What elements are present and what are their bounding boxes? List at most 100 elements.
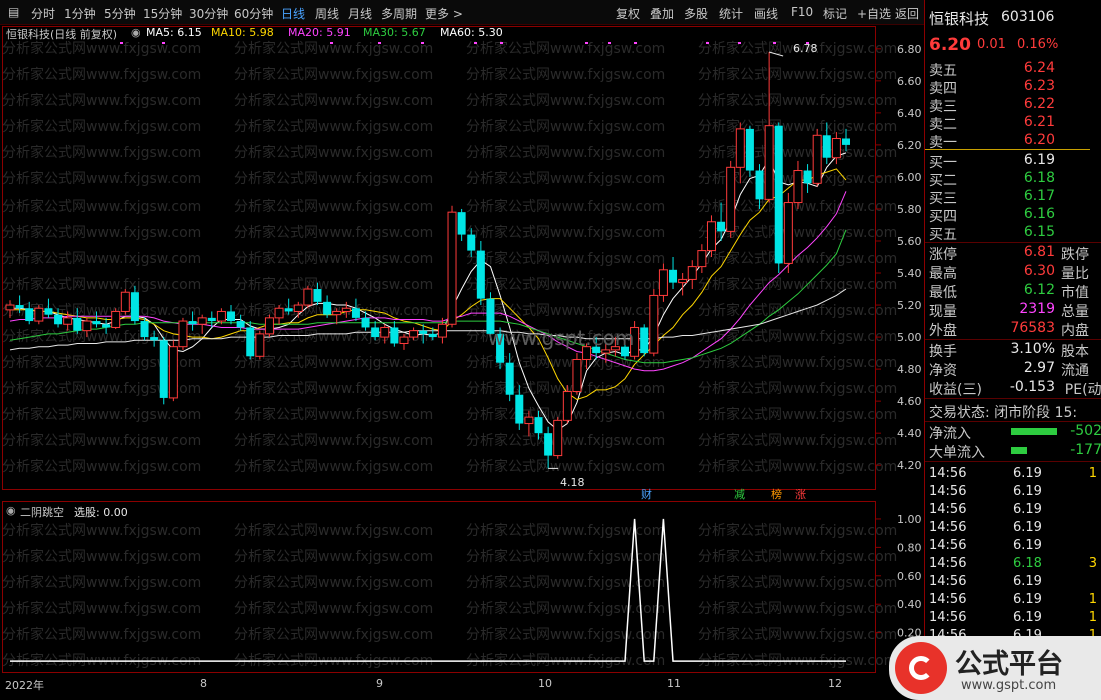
period-button-monthly[interactable]: 月线 <box>348 5 372 22</box>
legend-collapse-icon[interactable]: ◉ <box>131 26 141 39</box>
candle-body <box>111 310 121 328</box>
tick-time: 14:56 <box>929 574 967 589</box>
candle-body <box>313 289 322 302</box>
event-tag-reduce[interactable]: 减 <box>734 486 745 502</box>
indicator-collapse-icon[interactable]: ◉ <box>6 504 16 517</box>
tick-price: 6.19 <box>1013 592 1042 607</box>
candle-body <box>640 327 649 354</box>
y-axis-label: 6.60 <box>897 75 922 88</box>
tick-price: 6.19 <box>1013 520 1042 535</box>
period-button-30min[interactable]: 30分钟 <box>189 5 228 22</box>
candle-body <box>341 307 351 312</box>
y-axis-label: 4.40 <box>897 427 922 440</box>
price-change: 0.01 <box>977 37 1006 52</box>
period-button-5min[interactable]: 5分钟 <box>104 5 136 22</box>
mark-button[interactable]: 标记 <box>823 5 847 22</box>
f10-button[interactable]: F10 <box>791 5 813 19</box>
signal-dot <box>738 42 741 44</box>
period-button-more[interactable]: 更多 > <box>425 5 463 22</box>
candle-body <box>159 340 168 398</box>
stats-button[interactable]: 统计 <box>719 5 743 22</box>
tick-price: 6.19 <box>1013 574 1042 589</box>
y-axis-label: 0.60 <box>897 570 922 583</box>
period-button-intraday[interactable]: 分时 <box>31 5 55 22</box>
candle-body <box>687 266 697 280</box>
current-price: 6.20 <box>929 35 971 55</box>
event-tag-rank[interactable]: 榜 <box>771 486 782 502</box>
candle-body <box>831 137 841 159</box>
candle-body <box>15 305 24 309</box>
tick-time: 14:56 <box>929 502 967 517</box>
period-button-60min[interactable]: 60分钟 <box>234 5 273 22</box>
period-button-multi[interactable]: 多周期 <box>381 5 417 22</box>
candle-body <box>5 304 15 311</box>
candle-body <box>197 317 207 325</box>
high-price-marker: 6.78 <box>793 42 818 55</box>
indicator-value: 选股: 0.00 <box>74 506 128 519</box>
candle-body <box>216 310 226 322</box>
candle-body <box>332 310 342 316</box>
bid-row-3: 买三 6.17 <box>929 188 1055 207</box>
candle-body <box>207 317 216 322</box>
price-divider <box>925 149 1090 150</box>
brand-badge: 公式平台 www.gspt.com <box>889 636 1101 700</box>
tick-price: 6.19 <box>1013 502 1042 517</box>
tick-row: 14:56 6.19 1 <box>929 466 1099 484</box>
candle-body <box>842 138 850 145</box>
tick-price: 6.19 <box>1013 466 1042 481</box>
window-menu-icon[interactable]: ▤ <box>8 5 19 19</box>
draw-button[interactable]: 画线 <box>754 5 778 22</box>
candle-body <box>515 394 524 424</box>
event-tag-finance[interactable]: 财 <box>641 486 652 502</box>
period-button-weekly[interactable]: 周线 <box>315 5 339 22</box>
chart-stock-title: 恒银科技(日线 前复权) <box>6 28 118 41</box>
candle-body <box>264 317 274 335</box>
candle-body <box>697 250 707 268</box>
candle-body <box>351 308 360 318</box>
candle-body <box>293 304 303 312</box>
period-button-daily[interactable]: 日线 <box>281 5 305 22</box>
x-axis-label: 2022年 <box>5 679 44 692</box>
candle-body <box>428 333 437 338</box>
signal-dot <box>421 42 424 44</box>
candle-body <box>476 250 485 299</box>
signal-dot <box>608 42 611 44</box>
multi-stock-button[interactable]: 多股 <box>684 5 708 22</box>
candle-body <box>188 321 197 325</box>
ask-row-5: 卖五 6.24 <box>929 60 1055 79</box>
signal-dot <box>500 42 503 44</box>
section-divider <box>925 461 1101 462</box>
tick-time: 14:56 <box>929 538 967 553</box>
indicator-chart[interactable]: 1.000.800.600.400.20 <box>0 501 924 675</box>
candle-body <box>774 125 783 264</box>
event-tag-limit-up[interactable]: 涨 <box>795 486 806 502</box>
back-button[interactable]: 返回 <box>895 5 919 22</box>
bid-row-5: 买五 6.15 <box>929 224 1055 243</box>
candlestick-chart[interactable]: 6.80 6.60 6.40 6.20 6.00 5.80 5.60 5.40 5.20 5.00… <box>0 26 924 492</box>
period-button-15min[interactable]: 15分钟 <box>143 5 182 22</box>
candle-body <box>227 311 236 322</box>
candle-body <box>303 288 313 306</box>
section-divider <box>925 398 1101 399</box>
signal-dot <box>474 42 477 44</box>
add-watchlist-button[interactable]: +自选 <box>857 5 891 22</box>
candle-body <box>92 321 101 325</box>
legend-ma5: MA5: 6.15 <box>146 26 202 39</box>
bid-row-4: 买四 6.16 <box>929 206 1055 225</box>
adjust-button[interactable]: 复权 <box>616 5 640 22</box>
x-axis-label: 8 <box>200 677 207 690</box>
section-divider <box>925 339 1101 340</box>
overlay-button[interactable]: 叠加 <box>650 5 674 22</box>
tick-row: 14:56 6.19 <box>929 520 1099 538</box>
stat-net-asset: 净资 2.97 流通 <box>929 360 1089 379</box>
quote-panel: 恒银科技 603106 6.20 0.01 0.16% 卖五 6.24 卖四 6.2… <box>889 0 1101 700</box>
signal-dot <box>330 42 333 44</box>
candle-body <box>467 234 476 251</box>
y-axis-label: 5.20 <box>897 299 922 312</box>
big-inflow-bar <box>1011 447 1027 454</box>
period-button-1min[interactable]: 1分钟 <box>64 5 96 22</box>
candle-body <box>726 166 736 232</box>
tick-price: 6.19 <box>1013 538 1042 553</box>
y-axis-label: 0.80 <box>897 541 922 554</box>
tick-list[interactable]: 14:56 6.19 1 14:56 6.19 14:56 6.19 14:56 6.19 14:… <box>925 464 1101 644</box>
